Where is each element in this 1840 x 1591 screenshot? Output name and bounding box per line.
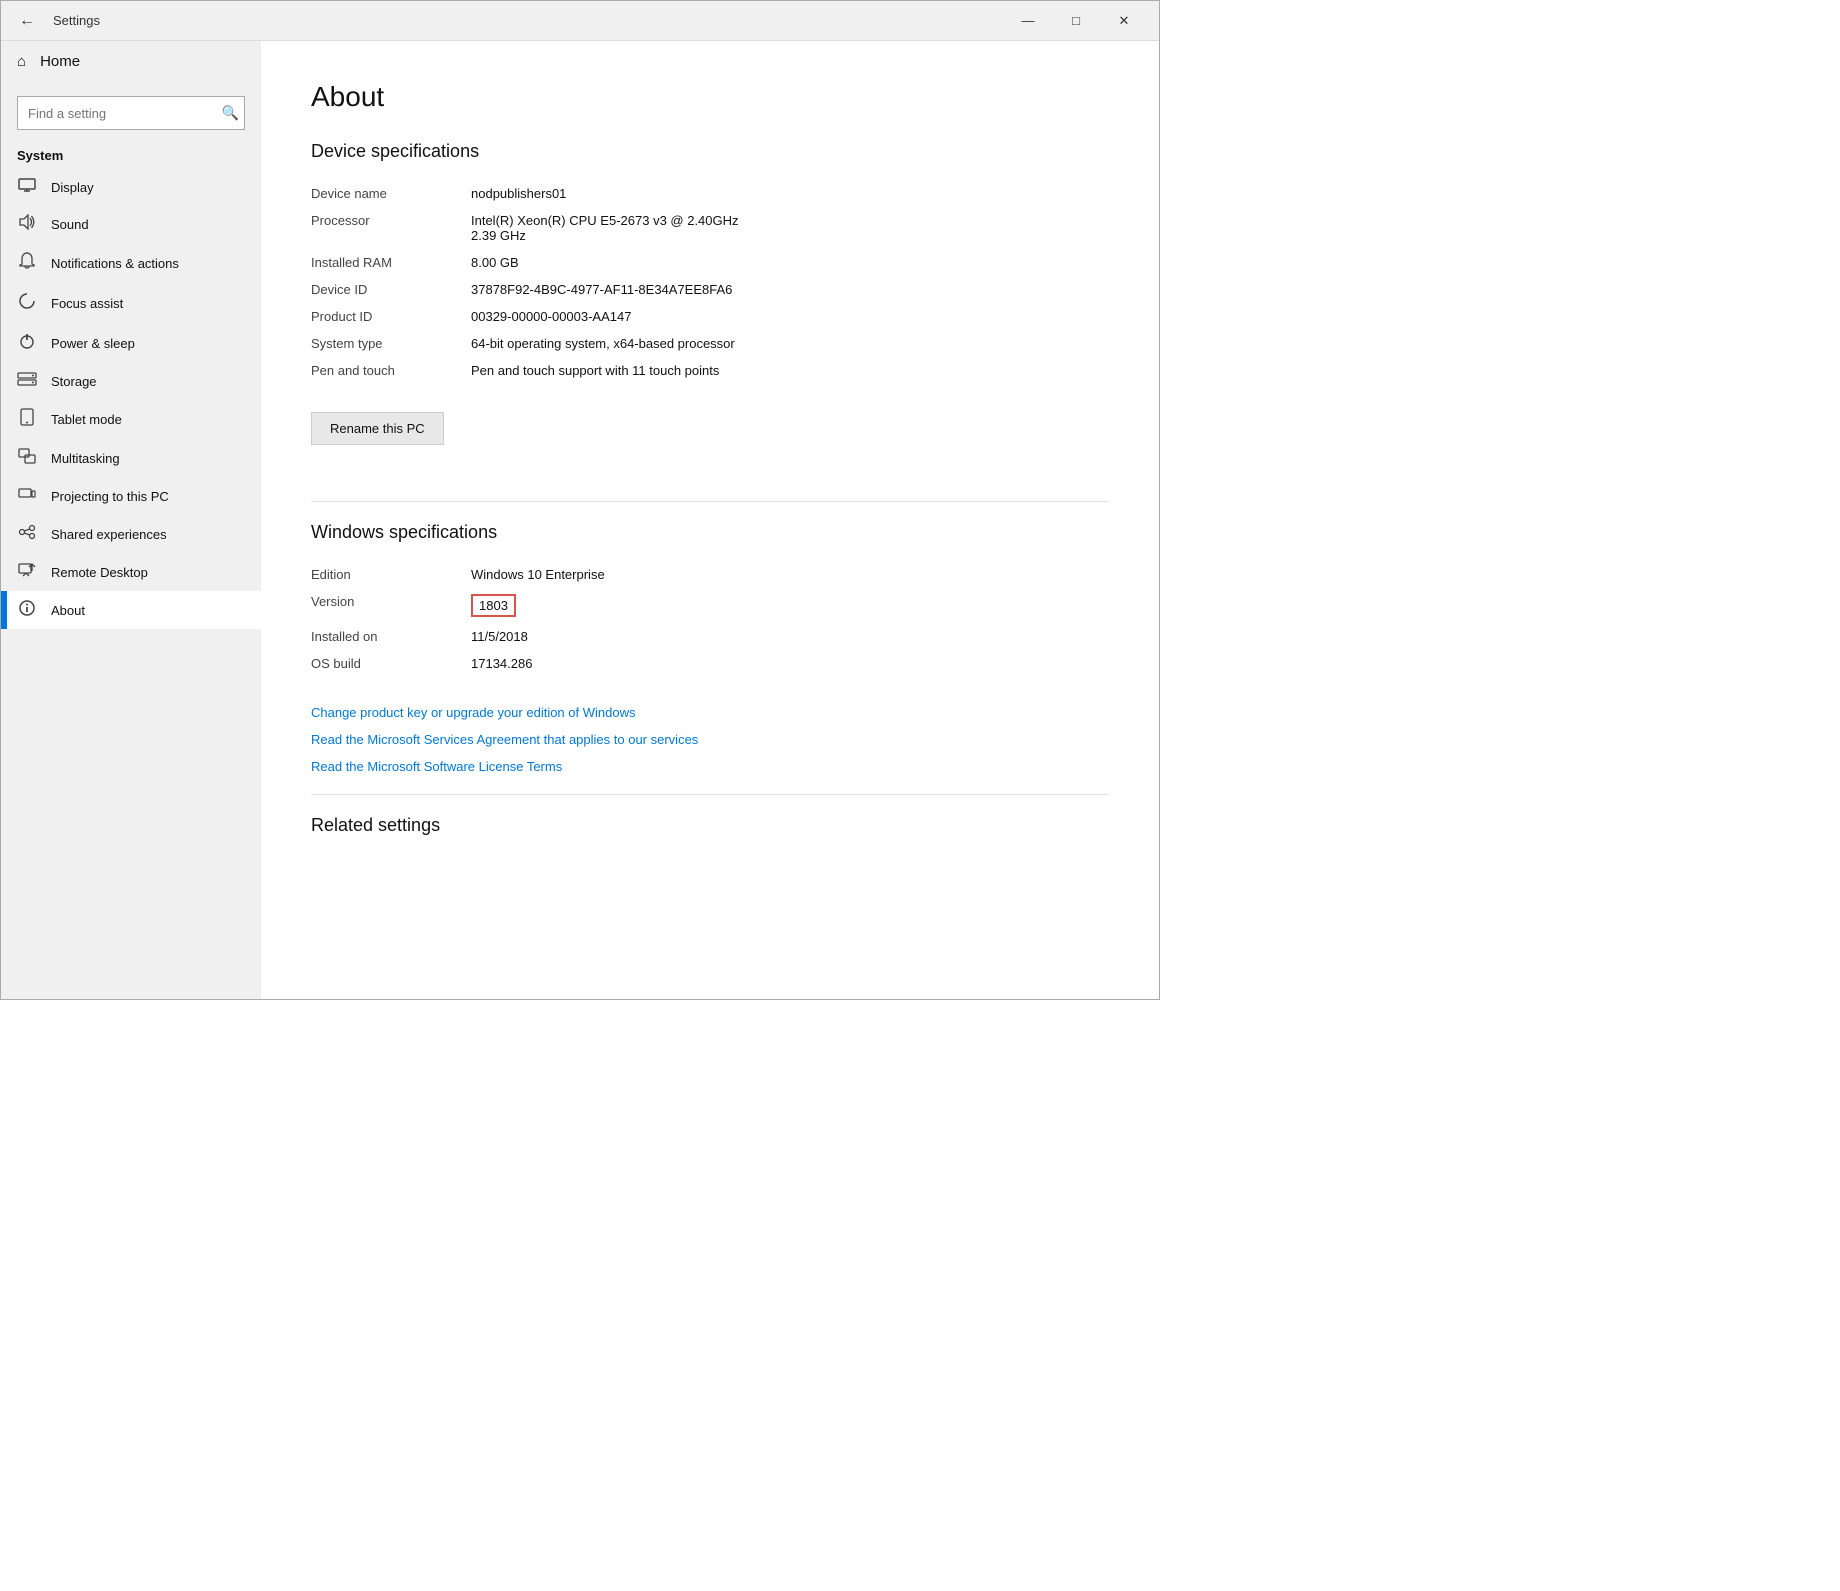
sidebar-home-label: Home bbox=[40, 53, 80, 70]
spec-label-pen-touch: Pen and touch bbox=[311, 357, 471, 384]
main-layout: ⌂ Home 🔍 System Display bbox=[1, 41, 1159, 999]
sidebar-item-power[interactable]: Power & sleep bbox=[1, 323, 261, 363]
sidebar-item-tablet-label: Tablet mode bbox=[51, 412, 122, 427]
section-divider bbox=[311, 501, 1109, 502]
tablet-icon bbox=[17, 408, 37, 430]
spec-value-installed-on: 11/5/2018 bbox=[471, 623, 1109, 650]
display-icon bbox=[17, 178, 37, 196]
spec-value-pen-touch: Pen and touch support with 11 touch poin… bbox=[471, 357, 1109, 384]
sidebar-item-focus[interactable]: Focus assist bbox=[1, 283, 261, 323]
sidebar-item-projecting-label: Projecting to this PC bbox=[51, 489, 169, 504]
focus-icon bbox=[17, 292, 37, 314]
home-icon: ⌂ bbox=[17, 53, 26, 70]
back-button[interactable]: ← bbox=[13, 8, 41, 34]
sidebar-item-focus-label: Focus assist bbox=[51, 296, 123, 311]
spec-value-product-id: 00329-00000-00003-AA147 bbox=[471, 303, 1109, 330]
spec-value-os-build: 17134.286 bbox=[471, 650, 1109, 677]
sound-icon bbox=[17, 214, 37, 234]
title-bar: ← Settings — □ ✕ bbox=[1, 1, 1159, 41]
sidebar-item-remote-label: Remote Desktop bbox=[51, 565, 148, 580]
sidebar-item-notifications-label: Notifications & actions bbox=[51, 256, 179, 271]
spec-value-processor: Intel(R) Xeon(R) CPU E5-2673 v3 @ 2.40GH… bbox=[471, 207, 1109, 249]
spec-label-edition: Edition bbox=[311, 561, 471, 588]
sidebar-item-home[interactable]: ⌂ Home bbox=[1, 41, 261, 82]
shared-icon bbox=[17, 524, 37, 544]
minimize-button[interactable]: — bbox=[1005, 5, 1051, 37]
spec-label-installed-on: Installed on bbox=[311, 623, 471, 650]
projecting-icon bbox=[17, 486, 37, 506]
sidebar-item-storage[interactable]: Storage bbox=[1, 363, 261, 399]
link-software-license[interactable]: Read the Microsoft Software License Term… bbox=[311, 759, 1109, 774]
link-microsoft-services[interactable]: Read the Microsoft Services Agreement th… bbox=[311, 732, 1109, 747]
spec-value-ram: 8.00 GB bbox=[471, 249, 1109, 276]
maximize-button[interactable]: □ bbox=[1053, 5, 1099, 37]
spec-value-system-type: 64-bit operating system, x64-based proce… bbox=[471, 330, 1109, 357]
spec-label-version: Version bbox=[311, 588, 471, 623]
sidebar-item-display-label: Display bbox=[51, 180, 94, 195]
spec-label-processor: Processor bbox=[311, 207, 471, 249]
sidebar-item-sound[interactable]: Sound bbox=[1, 205, 261, 243]
spec-value-device-id: 37878F92-4B9C-4977-AF11-8E34A7EE8FA6 bbox=[471, 276, 1109, 303]
power-icon bbox=[17, 332, 37, 354]
device-section-title: Device specifications bbox=[311, 141, 1109, 162]
sidebar-item-multitasking[interactable]: Multitasking bbox=[1, 439, 261, 477]
section-divider-2 bbox=[311, 794, 1109, 795]
device-specs-table: Device name nodpublishers01 Processor In… bbox=[311, 180, 1109, 384]
notifications-icon bbox=[17, 252, 37, 274]
spec-label-device-name: Device name bbox=[311, 180, 471, 207]
sidebar: ⌂ Home 🔍 System Display bbox=[1, 41, 261, 999]
sidebar-item-about[interactable]: About bbox=[1, 591, 261, 629]
spec-label-os-build: OS build bbox=[311, 650, 471, 677]
about-icon bbox=[17, 600, 37, 620]
related-section-title: Related settings bbox=[311, 815, 1109, 836]
multitasking-icon bbox=[17, 448, 37, 468]
spec-label-system-type: System type bbox=[311, 330, 471, 357]
remote-icon bbox=[17, 562, 37, 582]
sidebar-item-display[interactable]: Display bbox=[1, 169, 261, 205]
app-title: Settings bbox=[53, 13, 1005, 28]
windows-specs-table: Edition Windows 10 Enterprise Version 18… bbox=[311, 561, 1109, 677]
close-button[interactable]: ✕ bbox=[1101, 5, 1147, 37]
storage-icon bbox=[17, 372, 37, 390]
sidebar-item-multitasking-label: Multitasking bbox=[51, 451, 120, 466]
sidebar-item-sound-label: Sound bbox=[51, 217, 89, 232]
page-title: About bbox=[311, 81, 1109, 113]
spec-label-product-id: Product ID bbox=[311, 303, 471, 330]
sidebar-item-tablet[interactable]: Tablet mode bbox=[1, 399, 261, 439]
search-icon-button[interactable]: 🔍 bbox=[222, 105, 239, 122]
sidebar-item-shared-label: Shared experiences bbox=[51, 527, 167, 542]
rename-pc-button[interactable]: Rename this PC bbox=[311, 412, 444, 445]
windows-section-title: Windows specifications bbox=[311, 522, 1109, 543]
sidebar-item-shared[interactable]: Shared experiences bbox=[1, 515, 261, 553]
spec-label-ram: Installed RAM bbox=[311, 249, 471, 276]
sidebar-item-projecting[interactable]: Projecting to this PC bbox=[1, 477, 261, 515]
sidebar-item-about-label: About bbox=[51, 603, 85, 618]
content-area: About Device specifications Device name … bbox=[261, 41, 1159, 999]
search-wrapper: 🔍 bbox=[17, 96, 245, 130]
version-highlight: 1803 bbox=[471, 594, 516, 617]
sidebar-section-system: System bbox=[1, 140, 261, 169]
search-input[interactable] bbox=[17, 96, 245, 130]
spec-label-device-id: Device ID bbox=[311, 276, 471, 303]
spec-value-version: 1803 bbox=[471, 588, 1109, 623]
sidebar-item-power-label: Power & sleep bbox=[51, 336, 135, 351]
spec-value-edition: Windows 10 Enterprise bbox=[471, 561, 1109, 588]
search-container: 🔍 bbox=[1, 82, 261, 140]
spec-value-device-name: nodpublishers01 bbox=[471, 180, 1109, 207]
link-change-product-key[interactable]: Change product key or upgrade your editi… bbox=[311, 705, 1109, 720]
sidebar-item-storage-label: Storage bbox=[51, 374, 97, 389]
sidebar-item-remote[interactable]: Remote Desktop bbox=[1, 553, 261, 591]
window-controls: — □ ✕ bbox=[1005, 5, 1147, 37]
sidebar-item-notifications[interactable]: Notifications & actions bbox=[1, 243, 261, 283]
